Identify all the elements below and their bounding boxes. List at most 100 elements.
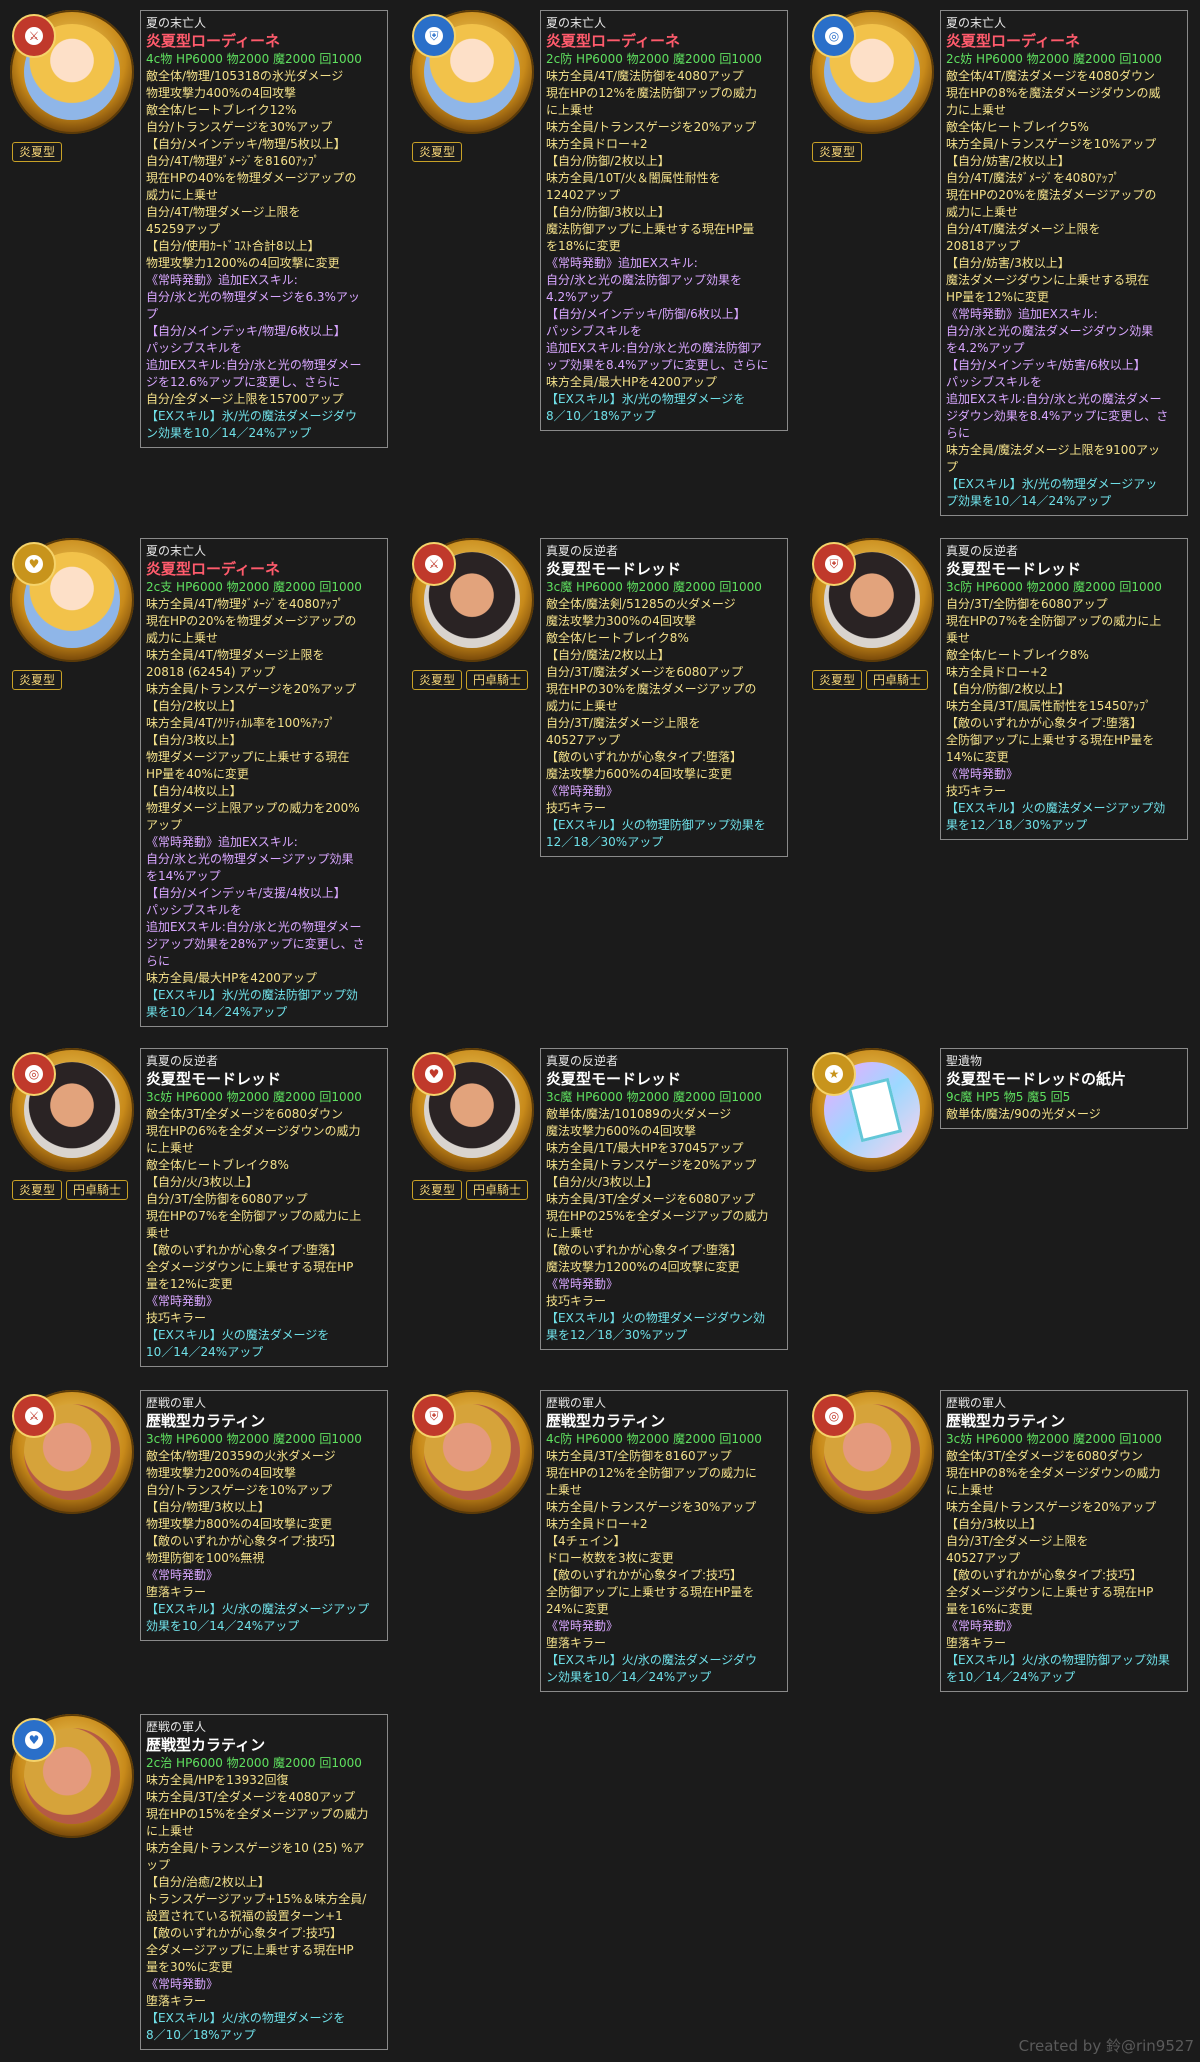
skill-line: 堕落キラー — [146, 1994, 207, 2008]
skill-line: 24%に変更 — [546, 1602, 609, 1616]
skill-line: 味方全員/トランスゲージを30%アップ — [546, 1500, 757, 1514]
card-stats: 3c魔 HP6000 物2000 魔2000 回1000 — [546, 580, 762, 594]
skill-line: プ — [146, 307, 159, 321]
skill-text: 味方全員/HPを13932回復 味方全員/3T/全ダメージを4080アップ 現在HP… — [146, 1772, 382, 2044]
tag-badge: 炎夏型 — [12, 142, 63, 162]
card-name: 歴戦型カラティン — [146, 1736, 266, 1754]
skill-line: 設置されている祝福の設置ターン+1 — [146, 1909, 343, 1923]
card-subtitle: 真夏の反逆者 — [546, 544, 619, 558]
skill-line: 味方全員/トランスゲージを20%アップ — [546, 120, 757, 134]
sword-icon: ⚔ — [12, 14, 56, 58]
character-portrait[interactable]: ◎ — [810, 1390, 934, 1514]
skill-line: 現在HPの15%を全ダメージアップの威力 — [146, 1807, 369, 1821]
skill-text: 味方全員/4T/魔法防御を4080アップ 現在HPの12%を魔法防御アップの威力に… — [546, 68, 782, 425]
card-stats: 2c治 HP6000 物2000 魔2000 回1000 — [146, 1756, 362, 1770]
card-name: 炎夏型ローディーネ — [146, 560, 280, 578]
skill-line: 【自分/メインデッキ/妨害/6枚以上】 — [946, 358, 1146, 372]
character-portrait[interactable]: ⚔ — [10, 1390, 134, 1514]
character-portrait[interactable]: ◎ — [810, 10, 934, 134]
skill-line: 全防御アップに上乗せする現在HP量を — [946, 733, 1155, 747]
skill-line: 力に上乗せ — [946, 103, 1007, 117]
skill-line: 技巧キラー — [546, 801, 607, 815]
skill-line: 味方全員/10T/火＆闇属性耐性を — [546, 171, 721, 185]
skill-line: 【敵のいずれかが心象タイプ:堕落】 — [546, 1243, 743, 1257]
character-portrait[interactable]: ★ — [810, 1048, 934, 1172]
character-portrait[interactable]: ⛨ — [810, 538, 934, 662]
skill-line: 敵全体/物理/20359の火氷ダメージ — [146, 1449, 336, 1463]
skill-line: らに — [146, 954, 171, 968]
skill-line: 物理攻撃力800%の4回攻撃に変更 — [146, 1517, 332, 1531]
tag-list: 炎夏型 — [812, 142, 863, 162]
skill-line: 【自分/メインデッキ/物理/6枚以上】 — [146, 324, 346, 338]
character-portrait[interactable]: ♥ — [10, 538, 134, 662]
skill-line: 敵全体/ヒートブレイク8% — [946, 648, 1089, 662]
skill-line: 12402アップ — [546, 188, 621, 202]
character-portrait[interactable]: ♥ — [410, 1048, 534, 1172]
skill-line: 【EXスキル】氷/光の魔法防御アップ効 — [146, 988, 358, 1002]
skill-line: 敵全体/ヒートブレイク8% — [146, 1158, 289, 1172]
skill-line: 現在HPの8%を全ダメージダウンの威力 — [946, 1466, 1161, 1480]
skill-line: に上乗せ — [946, 1483, 995, 1497]
tag-badge: 炎夏型 — [812, 670, 863, 690]
skill-line: 物理ダメージアップに上乗せする現在 — [146, 750, 350, 764]
skill-line: 自分/トランスゲージを30%アップ — [146, 120, 333, 134]
skill-line: 【EXスキル】氷/光の物理ダメージを — [546, 392, 746, 406]
skill-line: 【敵のいずれかが心象タイプ:技巧】 — [546, 1568, 743, 1582]
skill-line: 【自分/使用ｶｰﾄﾞｺｽﾄ合計8以上】 — [146, 239, 320, 253]
card-name: 歴戦型カラティン — [946, 1412, 1066, 1430]
skill-line: 現在HPの12%を全防御アップの威力に — [546, 1466, 757, 1480]
skill-text: 味方全員/3T/全防御を8160アップ 現在HPの12%を全防御アップの威力に 上乗… — [546, 1448, 782, 1686]
skill-description-box: 真夏の反逆者 炎夏型モードレッド 3c魔 HP6000 物2000 魔2000 回1… — [540, 1048, 788, 1350]
skill-line: 堕落キラー — [146, 1585, 207, 1599]
skill-line: に上乗せ — [146, 1141, 195, 1155]
skill-line: 【自分/メインデッキ/防御/6枚以上】 — [546, 307, 746, 321]
swirl-icon: ◎ — [812, 1394, 856, 1438]
tag-list: 炎夏型 — [12, 142, 63, 162]
skill-text: 敵単体/魔法/90の光ダメージ — [946, 1106, 1182, 1123]
card-name: 炎夏型モードレッド — [946, 560, 1082, 578]
card-name: 炎夏型ローディーネ — [146, 32, 280, 50]
character-portrait[interactable]: ⚔ — [10, 10, 134, 134]
shield-icon: ⛨ — [812, 542, 856, 586]
skill-line: 【4チェイン】 — [546, 1534, 626, 1548]
character-portrait[interactable]: ◎ — [10, 1048, 134, 1172]
skill-line: を14%アップ — [146, 869, 221, 883]
skill-line: 威力に上乗せ — [146, 188, 219, 202]
card-stats: 4c防 HP6000 物2000 魔2000 回1000 — [546, 1432, 762, 1446]
skill-line: 《常時発動》 — [546, 1277, 619, 1291]
skill-line: 《常時発動》 — [546, 1619, 619, 1633]
character-portrait[interactable]: ⛨ — [410, 10, 534, 134]
character-portrait[interactable]: ♥ — [10, 1714, 134, 1838]
skill-line: 味方全員/トランスゲージを20%アップ — [146, 682, 357, 696]
tag-list: 炎夏型 円卓騎士 — [12, 1180, 129, 1200]
character-portrait[interactable]: ⚔ — [410, 538, 534, 662]
skill-line: 量を12%に変更 — [146, 1277, 233, 1291]
skill-line: 現在HPの25%を全ダメージアップの威力 — [546, 1209, 769, 1223]
card-subtitle: 夏の末亡人 — [946, 16, 1007, 30]
character-portrait[interactable]: ⛨ — [410, 1390, 534, 1514]
skill-line: に上乗せ — [546, 1226, 595, 1240]
skill-line: 敵全体/ヒートブレイク8% — [546, 631, 689, 645]
skill-line: 物理攻撃力200%の4回攻撃 — [146, 1466, 296, 1480]
skill-line: 【自分/魔法/2枚以上】 — [546, 648, 670, 662]
skill-line: 【自分/物理/3枚以上】 — [146, 1500, 270, 1514]
skill-line: 【自分/2枚以上】 — [146, 699, 242, 713]
skill-line: 【EXスキル】火の物理ダメージダウン効 — [546, 1311, 765, 1325]
card-stats: 3c防 HP6000 物2000 魔2000 回1000 — [946, 580, 1162, 594]
skill-line: 【自分/治癒/2枚以上】 — [146, 1875, 270, 1889]
skill-line: 現在HPの7%を全防御アップの威力に上 — [146, 1209, 362, 1223]
heart-icon: ♥ — [12, 1718, 56, 1762]
tag-badge: 炎夏型 — [412, 670, 463, 690]
paper-card-image — [847, 1077, 903, 1143]
card-name: 炎夏型モードレッド — [546, 1070, 682, 1088]
card-stats: 3c妨 HP6000 物2000 魔2000 回1000 — [946, 1432, 1162, 1446]
skill-line: 《常時発動》追加EXスキル: — [546, 256, 698, 270]
skill-line: プ効果を10／14／24%アップ — [946, 494, 1112, 508]
skill-line: 物理防御を100%無視 — [146, 1551, 265, 1565]
skill-line: ン効果を10／14／24%アップ — [146, 426, 312, 440]
skill-line: 自分/氷と光の物理ダメージを6.3%アッ — [146, 290, 360, 304]
skill-line: 【自分/防御/3枚以上】 — [546, 205, 670, 219]
skill-line: 【敵のいずれかが心象タイプ:技巧】 — [946, 1568, 1143, 1582]
skill-line: 物理攻撃力400%の4回攻撃 — [146, 86, 296, 100]
skill-text: 自分/3T/全防御を6080アップ 現在HPの7%を全防御アップの威力に上 乗せ 敵全… — [946, 596, 1182, 834]
